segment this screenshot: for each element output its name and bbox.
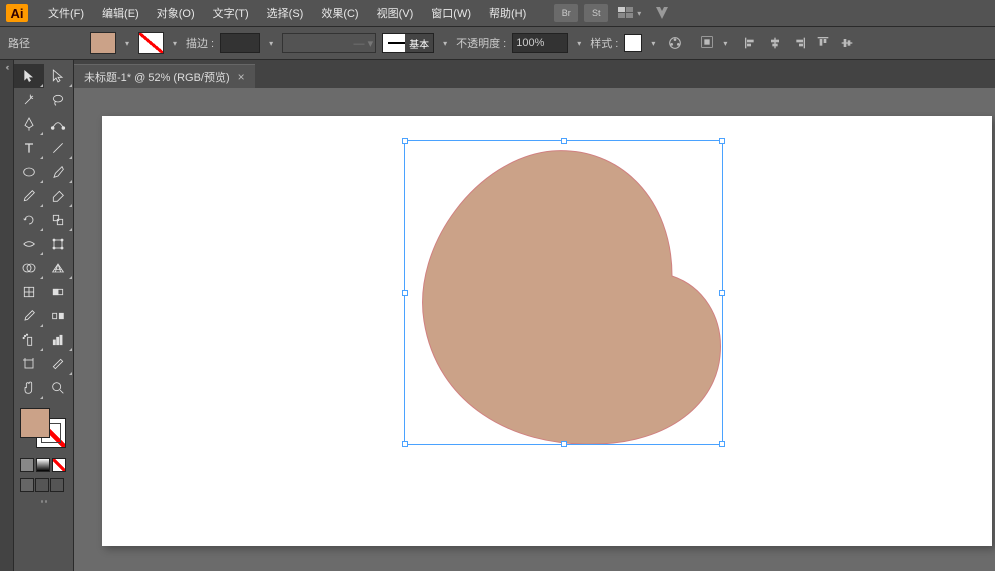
opacity-input[interactable] [512,33,568,53]
variable-width-profile[interactable]: — ▾ [282,33,376,53]
stock-button[interactable]: St [584,4,608,22]
stroke-dropdown-icon[interactable]: ▾ [170,32,180,54]
bridge-button[interactable]: Br [554,4,578,22]
menu-edit[interactable]: 编辑(E) [94,1,147,25]
graphic-style-swatch[interactable] [624,34,642,52]
align-dropdown-icon[interactable]: ▾ [720,32,730,54]
panel-collapse-strip[interactable]: ‹‹ [0,60,14,571]
menu-window[interactable]: 窗口(W) [423,1,479,25]
line-segment-tool[interactable] [44,136,74,160]
draw-inside-btn[interactable] [50,478,64,492]
menu-type[interactable]: 文字(T) [205,1,257,25]
resize-handle-tl[interactable] [402,138,408,144]
shape-builder-tool[interactable] [14,256,44,280]
magic-wand-tool[interactable] [14,88,44,112]
artboard[interactable] [102,116,992,546]
brush-dropdown-icon[interactable]: ▾ [440,32,450,54]
draw-behind-btn[interactable] [35,478,49,492]
rotate-tool[interactable] [14,208,44,232]
fill-dropdown-icon[interactable]: ▾ [122,32,132,54]
align-vcenter-icon[interactable] [836,33,858,53]
direct-selection-tool[interactable] [44,64,74,88]
color-mode-btn[interactable] [20,458,34,472]
free-transform-tool[interactable] [44,232,74,256]
none-mode-btn[interactable] [52,458,66,472]
perspective-grid-tool[interactable] [44,256,74,280]
mesh-tool[interactable] [14,280,44,304]
chevron-down-icon: ▾ [637,9,641,18]
document-tab-title: 未标题-1* @ 52% (RGB/预览) [84,69,230,85]
blend-tool[interactable] [44,304,74,328]
zoom-tool[interactable] [44,376,74,400]
gradient-mode-btn[interactable] [36,458,50,472]
curvature-tool[interactable] [44,112,74,136]
workspace-switcher[interactable]: ▾ [618,7,641,19]
gradient-tool[interactable] [44,280,74,304]
pen-tool[interactable] [14,112,44,136]
opacity-label: 不透明度 : [456,35,506,51]
align-top-icon[interactable] [812,33,834,53]
resize-handle-tm[interactable] [561,138,567,144]
stroke-swatch[interactable] [138,32,164,54]
path-shape[interactable] [412,146,722,446]
align-group: ▾ [696,32,730,54]
resize-handle-ml[interactable] [402,290,408,296]
scale-tool[interactable] [44,208,74,232]
opacity-dropdown-icon[interactable]: ▾ [574,32,584,54]
selection-tool[interactable] [14,64,44,88]
column-graph-tool[interactable] [44,328,74,352]
screen-mode-btn[interactable] [40,500,48,503]
stroke-weight-input[interactable] [220,33,260,53]
width-tool[interactable] [14,232,44,256]
menu-effect[interactable]: 效果(C) [313,1,366,25]
artboard-tool[interactable] [14,352,44,376]
document-tab[interactable]: 未标题-1* @ 52% (RGB/预览) × [74,64,255,88]
pencil-tool[interactable] [14,184,44,208]
search-adobe-icon[interactable] [651,3,673,23]
align-left-icon[interactable] [740,33,762,53]
type-tool[interactable] [14,136,44,160]
hand-tool[interactable] [14,376,44,400]
draw-normal-btn[interactable] [20,478,34,492]
resize-handle-bl[interactable] [402,441,408,447]
style-label: 样式 : [590,35,618,51]
style-dropdown-icon[interactable]: ▾ [648,32,658,54]
align-panel-icon[interactable] [696,32,718,52]
slice-tool[interactable] [44,352,74,376]
paintbrush-tool[interactable] [44,160,74,184]
chevron-left-icon: ‹‹ [6,62,8,72]
tools-panel [14,60,74,571]
ellipse-tool[interactable] [14,160,44,184]
symbol-sprayer-tool[interactable] [14,328,44,352]
stroke-label: 描边 : [186,35,214,51]
lasso-tool[interactable] [44,88,74,112]
menu-view[interactable]: 视图(V) [369,1,422,25]
canvas-area[interactable] [74,88,995,571]
close-tab-icon[interactable]: × [238,70,245,84]
fill-color-box[interactable] [20,408,50,438]
menu-help[interactable]: 帮助(H) [481,1,534,25]
stroke-weight-dropdown-icon[interactable]: ▾ [266,32,276,54]
eyedropper-tool[interactable] [14,304,44,328]
control-bar: 路径 ▾ ▾ 描边 : ▾ — ▾ 基本 ▾ 不透明度 : ▾ 样式 : ▾ ▾ [0,26,995,60]
fill-stroke-indicator[interactable] [20,408,66,448]
recolor-artwork-icon[interactable] [664,33,686,53]
resize-handle-tr[interactable] [719,138,725,144]
eraser-tool[interactable] [44,184,74,208]
selection-type-label: 路径 [8,35,30,51]
brush-definition[interactable]: 基本 [382,33,434,53]
app-logo-icon: Ai [6,4,28,22]
menu-file[interactable]: 文件(F) [40,1,92,25]
document-tab-bar: 未标题-1* @ 52% (RGB/预览) × [74,60,995,88]
menu-object[interactable]: 对象(O) [149,1,203,25]
align-hcenter-icon[interactable] [764,33,786,53]
menu-select[interactable]: 选择(S) [259,1,312,25]
fill-swatch[interactable] [90,32,116,54]
menu-bar: Ai 文件(F) 编辑(E) 对象(O) 文字(T) 选择(S) 效果(C) 视… [0,0,995,26]
align-right-icon[interactable] [788,33,810,53]
